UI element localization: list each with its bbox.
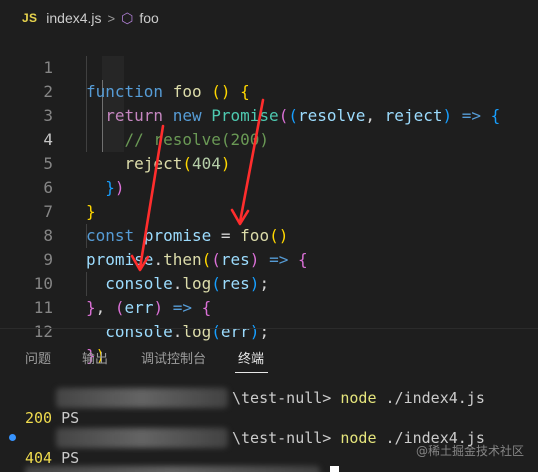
terminal-prompt: PS — [61, 409, 80, 427]
terminal-path: \test-null> — [232, 429, 332, 447]
cube-icon: ⬡ — [121, 9, 134, 26]
terminal-command: node — [340, 429, 377, 447]
tab-terminal[interactable]: 终端 — [238, 348, 264, 367]
terminal-output: 200 — [25, 409, 53, 427]
code-line[interactable]: 6 } — [0, 152, 538, 221]
redacted-path — [56, 428, 228, 448]
code-line[interactable]: 10 }, (err) => { — [0, 248, 538, 317]
terminal-command: node — [340, 389, 377, 407]
code-line-active[interactable]: 4 reject(404) — [0, 104, 538, 173]
redacted-path — [56, 388, 228, 408]
redacted-next-prompt — [25, 466, 320, 472]
code-line[interactable]: 7 const promise = foo() — [0, 176, 538, 245]
chevron-right-icon: > — [107, 10, 116, 26]
breadcrumb-file[interactable]: index4.js — [46, 10, 101, 26]
js-file-icon: JS — [22, 11, 38, 25]
terminal-path: \test-null> — [232, 389, 332, 407]
command-decoration-icon[interactable] — [9, 434, 16, 441]
code-line[interactable]: 12 }) — [0, 296, 538, 365]
code-line[interactable]: 11 console.log(err); — [0, 272, 538, 341]
code-line[interactable]: 1 function foo () { — [0, 32, 538, 101]
breadcrumb-symbol[interactable]: foo — [139, 10, 158, 26]
panel-divider — [0, 328, 538, 329]
tab-problems[interactable]: 问题 — [25, 348, 51, 367]
code-line[interactable]: 5 }) — [0, 128, 538, 197]
code-line[interactable]: 2 return new Promise((resolve, reject) =… — [0, 56, 538, 125]
panel-tabs: 问题 输出 调试控制台 终端 — [0, 340, 538, 374]
tab-debug-console[interactable]: 调试控制台 — [141, 348, 206, 367]
code-line[interactable]: 3 // resolve(200) — [0, 80, 538, 149]
terminal-cursor — [330, 464, 339, 472]
code-line[interactable]: 9 console.log(res); — [0, 224, 538, 293]
terminal-command-line: \test-null> node ./index4.js — [232, 388, 485, 408]
code-line[interactable]: 8 promise.then((res) => { — [0, 200, 538, 269]
terminal-args: ./index4.js — [385, 389, 485, 407]
active-tab-indicator — [235, 372, 268, 373]
terminal-output: 404 — [25, 449, 53, 467]
watermark: @稀土掘金技术社区 — [415, 444, 524, 458]
tab-output[interactable]: 输出 — [82, 348, 108, 367]
code-editor[interactable]: 1 function foo () { 2 return new Promise… — [0, 32, 538, 365]
terminal-prompt: PS — [61, 449, 80, 467]
breadcrumb: JS index4.js > ⬡ foo — [0, 0, 538, 36]
